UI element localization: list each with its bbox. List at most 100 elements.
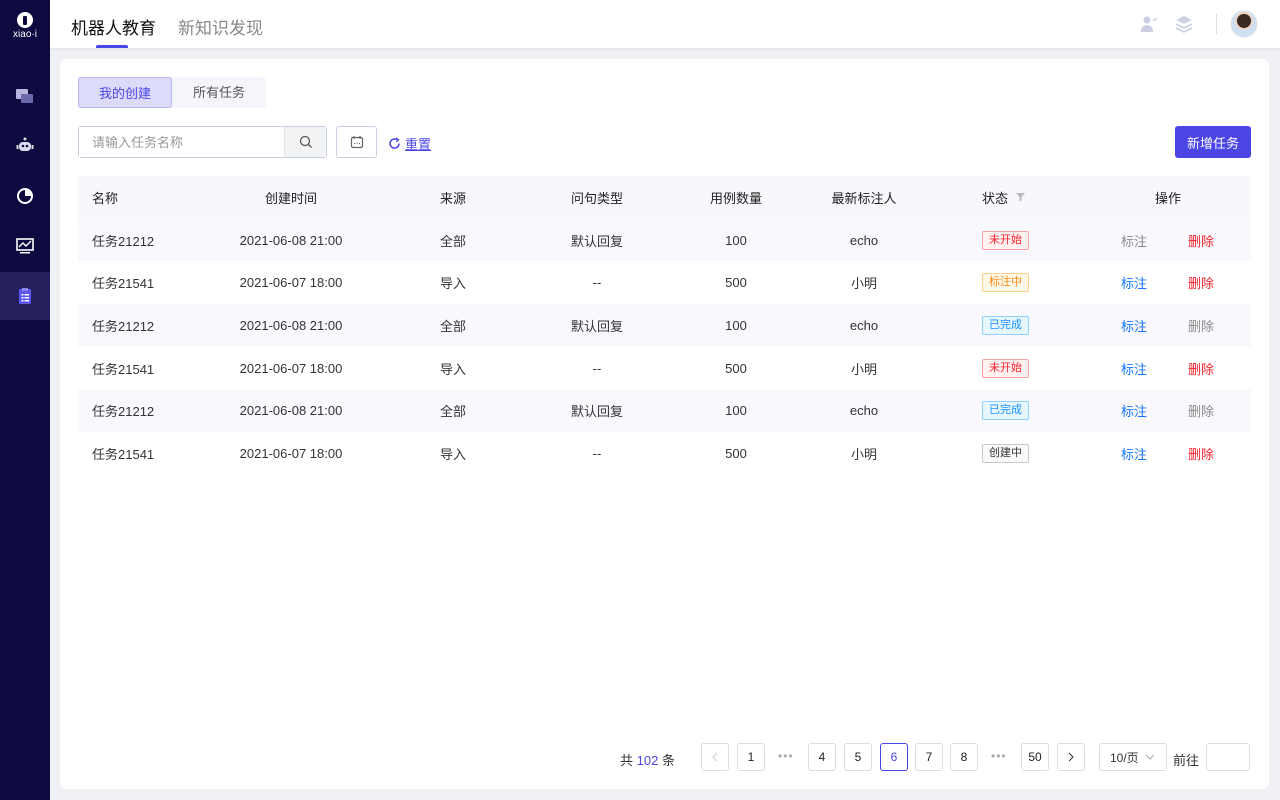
robot-icon [16,137,34,151]
page-8[interactable]: 8 [950,743,978,771]
segment-all-tasks[interactable]: 所有任务 [172,77,266,108]
page-6-current[interactable]: 6 [880,743,908,771]
table-row: 任务21212 2021-06-08 21:00 全部 默认回复 100 ech… [78,218,1251,262]
source: 导入 [440,446,467,462]
col-status-label: 状态 [982,190,1009,206]
top-bar: 机器人教育 新知识发现 [50,0,1280,48]
question-type: 默认回复 [570,318,623,334]
next-page-button[interactable] [1057,743,1085,771]
tab-knowledge-discovery[interactable]: 新知识发现 [178,14,263,39]
case-count: 100 [725,403,747,419]
status-badge: 已完成 [982,315,1029,335]
qa-chat-icon [16,89,33,103]
latest-annotator: 小明 [850,446,877,462]
logo-text: xiao·i [13,29,37,40]
col-status: 状态 [982,176,1026,219]
page-1[interactable]: 1 [737,743,765,771]
question-type: -- [592,360,602,376]
user-check-icon[interactable] [1139,14,1159,34]
ellipsis-icon[interactable]: ••• [778,749,794,763]
col-name: 名称 [92,190,119,206]
layers-icon[interactable] [1174,14,1194,34]
sidebar-item-tasks[interactable] [0,272,50,320]
calendar-icon [350,136,363,149]
sidebar: xiao·i [0,0,50,800]
page-7[interactable]: 7 [915,743,943,771]
chevron-down-icon [1145,754,1155,760]
delete-link[interactable]: 删除 [1181,219,1221,262]
question-type: -- [592,275,602,291]
sidebar-item-robot[interactable] [0,122,50,170]
task-name: 任务21541 [92,276,155,292]
annotate-link[interactable]: 标注 [1114,389,1154,432]
task-table: 名称 创建时间 来源 问句类型 用例数量 最新标注人 状态 操作 任务21212… [78,176,1251,475]
page-5[interactable]: 5 [844,743,872,771]
task-scope-segments: 我的创建 所有任务 [78,77,266,108]
pagination: 共 102 条 1 ••• 4 5 6 7 8 ••• 50 10/页 前往 [60,743,1269,771]
search-input[interactable] [79,127,284,157]
prev-page-button[interactable] [701,743,729,771]
delete-link[interactable]: 删除 [1181,389,1221,432]
goto-page-input[interactable] [1206,743,1250,771]
task-name: 任务21212 [92,233,155,249]
delete-link[interactable]: 删除 [1181,304,1221,347]
task-name: 任务21212 [92,404,155,420]
table-row: 任务21541 2021-06-07 18:00 导入 -- 500 小明 未开… [78,347,1251,390]
task-name: 任务21541 [92,446,155,462]
sidebar-item-monitor[interactable] [0,222,50,270]
status-cell: 未开始 [982,219,1029,262]
annotate-link[interactable]: 标注 [1114,219,1154,262]
status-cell: 已完成 [982,389,1029,432]
search-button[interactable] [284,127,326,157]
annotate-link[interactable]: 标注 [1114,304,1154,347]
pie-chart-icon [17,188,33,204]
user-avatar[interactable] [1230,10,1258,38]
total-number: 102 [636,753,659,768]
tab-robot-education[interactable]: 机器人教育 [71,14,156,39]
task-name: 任务21212 [92,318,155,334]
clipboard-list-icon [19,288,31,304]
col-case-count: 用例数量 [709,190,762,206]
date-picker-button[interactable] [336,126,377,158]
created-time: 2021-06-08 21:00 [239,317,343,333]
latest-annotator: echo [849,232,879,248]
task-name: 任务21541 [92,361,155,377]
col-actions: 操作 [1154,190,1181,206]
refresh-icon [389,137,400,149]
source: 全部 [440,404,467,420]
table-row: 任务21541 2021-06-07 18:00 导入 -- 500 小明 创建… [78,432,1251,475]
table-header: 名称 创建时间 来源 问句类型 用例数量 最新标注人 状态 操作 [78,176,1251,219]
source: 全部 [440,233,467,249]
status-cell: 已完成 [982,304,1029,347]
task-card: 我的创建 所有任务 重置 新增任务 名称 创建时间 来源 问句类型 用例数量 最… [60,59,1269,789]
delete-link[interactable]: 删除 [1181,432,1221,475]
status-cell: 标注中 [982,261,1029,304]
segment-my-created[interactable]: 我的创建 [78,77,172,108]
filter-icon[interactable] [1016,193,1026,202]
sidebar-item-stats[interactable] [0,172,50,220]
latest-annotator: echo [849,403,879,419]
created-time: 2021-06-07 18:00 [239,360,343,376]
status-badge: 已完成 [982,401,1029,421]
sidebar-item-qa[interactable] [0,72,50,120]
page-4[interactable]: 4 [808,743,836,771]
page-50[interactable]: 50 [1021,743,1049,771]
ellipsis-icon[interactable]: ••• [991,749,1007,763]
status-badge: 未开始 [982,358,1029,378]
reset-button[interactable]: 重置 [388,134,431,153]
status-badge: 标注中 [982,273,1029,293]
col-question-type: 问句类型 [570,190,623,206]
annotate-link[interactable]: 标注 [1114,347,1154,390]
source: 导入 [440,276,467,292]
page-size-select[interactable]: 10/页 [1099,743,1167,771]
created-time: 2021-06-07 18:00 [239,445,343,461]
delete-link[interactable]: 删除 [1181,347,1221,390]
col-latest-annotator: 最新标注人 [831,190,897,206]
annotate-link[interactable]: 标注 [1114,261,1154,304]
status-badge: 创建中 [982,443,1029,463]
annotate-link[interactable]: 标注 [1114,432,1154,475]
question-type: 默认回复 [570,404,623,420]
created-time: 2021-06-08 21:00 [239,403,343,419]
add-task-button[interactable]: 新增任务 [1175,126,1251,158]
delete-link[interactable]: 删除 [1181,261,1221,304]
